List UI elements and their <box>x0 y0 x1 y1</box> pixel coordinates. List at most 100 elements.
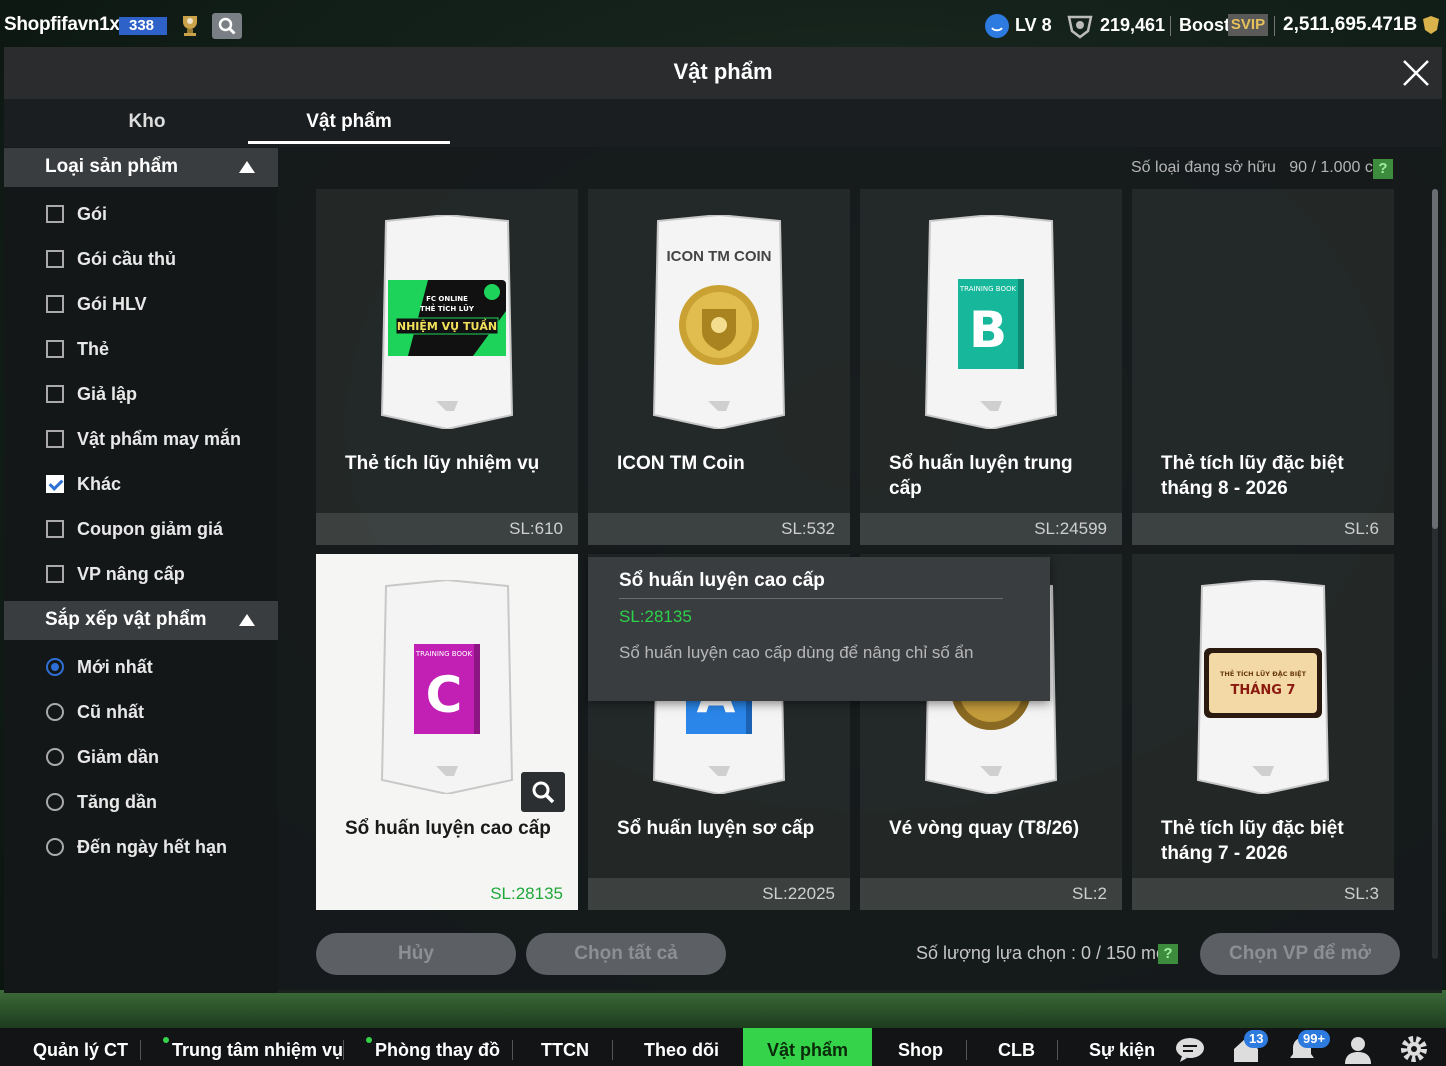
nav-clb[interactable]: CLB <box>998 1028 1035 1066</box>
zoom-button[interactable] <box>521 772 565 812</box>
item-quantity: SL:24599 <box>1034 519 1107 538</box>
filter-option[interactable]: Giả lập <box>46 379 137 409</box>
item-card[interactable]: Thẻ tích lũy đặc biệt tháng 8 - 2026 SL:… <box>1132 189 1394 545</box>
item-card[interactable]: THẺ TÍCH LŨY ĐẶC BIỆT THÁNG 7 Thẻ tích l… <box>1132 554 1394 910</box>
profile-icon[interactable] <box>1342 1034 1374 1064</box>
nav-divider <box>612 1040 613 1060</box>
settings-gear-icon[interactable] <box>1398 1034 1430 1064</box>
radio[interactable] <box>46 838 64 856</box>
radio[interactable] <box>46 703 64 721</box>
sort-option[interactable]: Cũ nhất <box>46 697 144 727</box>
art-text: ICON TM COIN <box>667 248 772 265</box>
filter-option[interactable]: Vật phẩm may mắn <box>46 424 241 454</box>
sort-option[interactable]: Đến ngày hết hạn <box>46 832 227 862</box>
tab-kho[interactable]: Kho <box>47 111 247 133</box>
checkbox-checked[interactable] <box>46 475 64 493</box>
sort-option[interactable]: Tăng dần <box>46 787 157 817</box>
sort-label: Giảm dần <box>77 746 160 767</box>
checkbox[interactable] <box>46 565 64 583</box>
filter-option[interactable]: Gói <box>46 199 107 229</box>
nav-phong-thay-do[interactable]: Phòng thay đồ <box>375 1028 500 1066</box>
active-tab-indicator <box>248 141 450 144</box>
checkbox[interactable] <box>46 430 64 448</box>
scrollbar-thumb[interactable] <box>1432 189 1438 529</box>
sort-option[interactable]: Giảm dần <box>46 742 159 772</box>
select-all-button[interactable]: Chọn tất cả <box>526 933 726 975</box>
item-card[interactable]: TRAINING BOOK B Sổ huấn luyện trung cấp … <box>860 189 1122 545</box>
level-smiley-icon <box>985 14 1009 38</box>
checkbox[interactable] <box>46 250 64 268</box>
nav-vat-pham[interactable]: Vật phẩm <box>743 1028 873 1066</box>
item-name: Vé vòng quay (T8/26) <box>889 818 1080 839</box>
item-card[interactable]: ICON TM COIN ICON TM Coin SL:532 <box>588 189 850 545</box>
checkbox[interactable] <box>46 205 64 223</box>
help-icon[interactable]: ? <box>1373 159 1393 179</box>
training-book-b-art: TRAINING BOOK B <box>924 215 1058 429</box>
sort-section-header[interactable]: Sắp xếp vật phẩm <box>4 601 278 640</box>
filter-sidebar: Loại sản phẩm Gói Gói cầu thủ Gói HLV Th… <box>4 148 278 993</box>
owned-value: 90 / 1.000 cái <box>1289 159 1386 176</box>
tab-vat-pham[interactable]: Vật phẩm <box>249 111 449 133</box>
open-items-button[interactable]: Chọn VP để mở <box>1200 933 1400 975</box>
radio[interactable] <box>46 793 64 811</box>
radio-selected[interactable] <box>46 658 64 676</box>
nav-theo-doi[interactable]: Theo dõi <box>644 1028 719 1066</box>
item-name: Thẻ tích lũy đặc biệt tháng 8 - 2026 <box>1161 453 1344 499</box>
divider <box>1170 16 1171 36</box>
checkbox[interactable] <box>46 520 64 538</box>
bp-coin-icon <box>1423 16 1439 34</box>
search-button[interactable] <box>212 13 242 39</box>
nav-shop[interactable]: Shop <box>898 1028 943 1066</box>
item-card-selected[interactable]: TRAINING BOOK C Sổ huấn luyện cao cấp SL… <box>316 554 578 910</box>
item-tooltip: Sổ huấn luyện cao cấp SL:28135 Sổ huấn l… <box>588 557 1050 701</box>
filter-label: VP nâng cấp <box>77 563 185 584</box>
nav-divider <box>140 1040 141 1060</box>
item-quantity: SL:28135 <box>490 884 563 903</box>
close-icon[interactable] <box>1400 57 1432 89</box>
filter-option[interactable]: Thẻ <box>46 334 109 364</box>
filter-label: Gói cầu thủ <box>77 248 176 269</box>
nav-su-kien[interactable]: Sự kiện <box>1089 1028 1155 1066</box>
item-quantity: SL:610 <box>509 519 563 538</box>
trophy-icon[interactable] <box>178 12 202 38</box>
filter-section-title: Loại sản phẩm <box>45 156 179 177</box>
filter-option[interactable]: Gói HLV <box>46 289 147 319</box>
chat-icon[interactable] <box>1174 1034 1206 1064</box>
help-icon[interactable]: ? <box>1158 944 1178 964</box>
checkbox[interactable] <box>46 385 64 403</box>
icon-coin-art: ICON TM COIN <box>652 215 786 429</box>
checkbox[interactable] <box>46 340 64 358</box>
tabs-bar: Kho Vật phẩm <box>4 99 1442 147</box>
item-name: ICON TM Coin <box>617 453 745 474</box>
filter-option[interactable]: VP nâng cấp <box>46 559 185 589</box>
item-name: Sổ huấn luyện trung cấp <box>889 453 1073 499</box>
top-bar: Shopfifavn1xx 338 LV 8 219,461 Boost SVI… <box>0 0 1446 48</box>
filter-label: Gói HLV <box>77 293 147 314</box>
sort-option[interactable]: Mới nhất <box>46 652 153 682</box>
notifications-button[interactable]: 99+ <box>1286 1030 1331 1064</box>
fc-coin-icon <box>1067 15 1093 39</box>
art-text: TRAINING BOOK <box>415 650 473 658</box>
pitch-grass <box>0 990 1446 1030</box>
level-text: LV 8 <box>1015 15 1052 35</box>
bottom-nav: Quản lý CT Trung tâm nhiệm vụ Phòng thay… <box>0 1028 1446 1066</box>
radio[interactable] <box>46 748 64 766</box>
nav-trung-tam-nhiem-vu[interactable]: Trung tâm nhiệm vụ <box>172 1028 343 1066</box>
cancel-button[interactable]: Hủy <box>316 933 516 975</box>
nav-divider <box>966 1040 967 1060</box>
checkbox[interactable] <box>46 295 64 313</box>
filter-option[interactable]: Khác <box>46 469 121 499</box>
item-card[interactable]: FC ONLINE THẺ TÍCH LŨY NHIỆM VỤ TUẦN Thẻ… <box>316 189 578 545</box>
nav-quan-ly-ct[interactable]: Quản lý CT <box>33 1028 128 1066</box>
filter-label: Vật phẩm may mắn <box>77 428 242 449</box>
art-text: FC ONLINE <box>426 295 468 303</box>
art-text: NHIỆM VỤ TUẦN <box>397 319 497 333</box>
home-button[interactable]: 13 <box>1230 1030 1269 1064</box>
filter-option[interactable]: Gói cầu thủ <box>46 244 176 274</box>
filter-section-header[interactable]: Loại sản phẩm <box>4 148 278 187</box>
art-text: THÁNG 7 <box>1231 682 1296 698</box>
nav-ttcn[interactable]: TTCN <box>541 1028 589 1066</box>
filter-option[interactable]: Coupon giảm giá <box>46 514 223 544</box>
window-header: Vật phẩm <box>4 47 1442 99</box>
art-letter: C <box>426 666 463 724</box>
